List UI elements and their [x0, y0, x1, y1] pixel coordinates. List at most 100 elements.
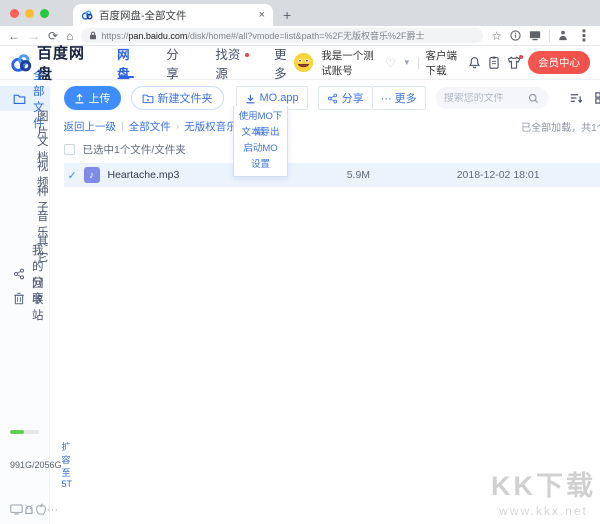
menu-item-launch-mo[interactable]: 启动MO — [234, 141, 287, 157]
forward-icon[interactable]: → — [28, 30, 40, 42]
brand-logo[interactable]: 百度网盘 — [10, 42, 89, 84]
selection-bar: 已选中1个文件/文件夹 — [64, 141, 600, 157]
file-name[interactable]: Heartache.mp3 — [108, 169, 347, 181]
share-icon — [327, 93, 338, 104]
browser-tab-bar: 百度网盘-全部文件 × + — [0, 0, 600, 26]
nav-tab-share[interactable]: 分享 — [166, 46, 185, 80]
client-download-link[interactable]: 客户端下载 — [425, 48, 461, 78]
info-icon[interactable] — [510, 30, 521, 41]
share-icon — [13, 268, 25, 280]
file-size: 5.9M — [347, 169, 457, 181]
baidu-pan-logo-icon — [10, 52, 32, 74]
row-checkbox-checked[interactable]: ✓ — [68, 169, 82, 182]
breadcrumb-arrow: › — [176, 120, 180, 132]
back-icon[interactable]: ← — [8, 30, 20, 42]
menu-item-mo-download[interactable]: 使用MO下载 — [234, 109, 287, 125]
toolbar: 上传 新建文件夹 MO.app — [64, 86, 600, 110]
theme-shirt-icon[interactable] — [507, 56, 521, 69]
main-area: 全部文件 图片 文档 视频 种子 音乐 其它 我的分享 回收站 — [0, 80, 600, 524]
folder-plus-icon — [142, 93, 154, 104]
extension-icon[interactable] — [558, 30, 568, 41]
loaded-status: 已全部加载，共1个 — [521, 119, 600, 134]
menu-item-text-export[interactable]: 文本导出 — [234, 125, 287, 141]
storage-progress-bar — [10, 430, 39, 434]
minimize-window-button[interactable] — [25, 9, 34, 18]
menu-item-settings[interactable]: 设置 — [234, 157, 287, 173]
user-avatar[interactable] — [293, 52, 314, 73]
apple-icon[interactable] — [35, 503, 47, 516]
storage-progress-fill — [10, 430, 24, 434]
close-window-button[interactable] — [10, 9, 19, 18]
music-file-icon: ♪ — [84, 167, 100, 183]
storage-footer: 991G/2056G 扩容至5T ··· — [10, 430, 39, 516]
breadcrumb-root[interactable]: 全部文件 — [129, 119, 171, 134]
header-right: 我是一个测试账号 ♡ ▼ 客户端下载 会员中心 — [293, 48, 590, 78]
music-note-icon: ♪ — [89, 170, 94, 181]
main-nav: 网盘 分享 找资源 更多 — [117, 46, 293, 80]
search-icon[interactable] — [528, 93, 539, 104]
download-icon — [245, 93, 256, 104]
select-all-checkbox[interactable] — [64, 144, 75, 155]
selection-count: 已选中1个文件/文件夹 — [83, 142, 186, 157]
breadcrumb: 返回上一级 | 全部文件 › 无版权音乐 › 爵士 已全部加载，共1个 — [64, 119, 600, 133]
upload-icon — [74, 93, 85, 104]
file-row[interactable]: ✓ ♪ Heartache.mp3 5.9M 2018-12-02 18:01 — [64, 163, 600, 187]
clipboard-icon[interactable] — [488, 56, 500, 69]
mo-app-label: MO.app — [260, 92, 299, 104]
upload-button[interactable]: 上传 — [64, 86, 121, 110]
screen: 百度网盘-全部文件 × + ← → ⟳ ⌂ https://pan.baidu.… — [0, 0, 600, 524]
file-modified: 2018-12-02 18:01 — [457, 169, 600, 181]
new-folder-button[interactable]: 新建文件夹 — [131, 86, 224, 110]
tab-favicon-icon — [81, 9, 93, 21]
back-up-link[interactable]: 返回上一级 — [64, 119, 117, 134]
nav-tab-more[interactable]: 更多 — [274, 46, 293, 80]
chrome-actions: ☆ ⋮ — [491, 26, 592, 46]
monitor-icon[interactable] — [529, 30, 541, 41]
username[interactable]: 我是一个测试账号 — [321, 48, 378, 78]
upload-label: 上传 — [89, 90, 111, 106]
sort-icon[interactable] — [570, 92, 583, 104]
nav-tab-resources[interactable]: 找资源 — [215, 46, 244, 80]
address-bar[interactable]: https://pan.baidu.com/disk/home#/all?vmo… — [81, 28, 483, 43]
app-header: 百度网盘 网盘 分享 找资源 更多 我是一个测试账号 ♡ ▼ 客户端下载 — [0, 46, 600, 80]
breadcrumb-divider: | — [121, 120, 124, 132]
pc-client-icon[interactable] — [10, 504, 23, 515]
nav-tab-disk[interactable]: 网盘 — [117, 46, 136, 80]
breadcrumb-folder[interactable]: 无版权音乐 — [184, 119, 237, 134]
grid-view-icon[interactable] — [595, 92, 600, 104]
trash-icon — [13, 292, 25, 305]
tab-close-icon[interactable]: × — [259, 9, 265, 21]
view-controls — [570, 92, 600, 104]
home-icon[interactable]: ⌂ — [66, 30, 73, 42]
chevron-down-icon[interactable]: ▼ — [403, 58, 411, 67]
menu-kebab-icon[interactable]: ⋮ — [576, 26, 592, 46]
platform-links: ··· — [10, 503, 39, 516]
content-area: 上传 新建文件夹 MO.app — [50, 80, 600, 524]
window-controls — [10, 0, 49, 26]
vip-center-button[interactable]: 会员中心 — [528, 51, 590, 74]
bell-icon[interactable] — [468, 56, 481, 69]
zoom-window-button[interactable] — [40, 9, 49, 18]
share-button[interactable]: 分享 — [318, 86, 372, 110]
notification-dot — [519, 55, 523, 59]
more-button[interactable]: ··· 更多 — [372, 86, 426, 110]
search-box[interactable] — [436, 87, 548, 109]
share-label: 分享 — [342, 90, 364, 106]
search-input[interactable] — [444, 93, 524, 104]
sidebar-item-recycle-bin[interactable]: 回收站 — [0, 286, 49, 311]
bookmark-star-icon[interactable]: ☆ — [491, 29, 502, 43]
reload-icon[interactable]: ⟳ — [48, 30, 58, 42]
url-text: https://pan.baidu.com/disk/home#/all?vmo… — [101, 29, 424, 42]
more-label: ··· 更多 — [381, 90, 417, 106]
browser-tab[interactable]: 百度网盘-全部文件 × — [73, 4, 273, 26]
android-icon[interactable] — [23, 504, 35, 516]
sidebar: 全部文件 图片 文档 视频 种子 音乐 其它 我的分享 回收站 — [0, 80, 50, 524]
lock-icon — [89, 31, 97, 40]
folder-icon — [13, 93, 26, 105]
sidebar-label: 回收站 — [32, 275, 49, 323]
new-tab-button[interactable]: + — [283, 7, 291, 26]
divider — [549, 30, 550, 42]
tab-title: 百度网盘-全部文件 — [99, 8, 253, 23]
mo-app-dropdown-menu: 使用MO下载 文本导出 启动MO 设置 — [233, 106, 288, 177]
notification-dot — [245, 53, 249, 57]
